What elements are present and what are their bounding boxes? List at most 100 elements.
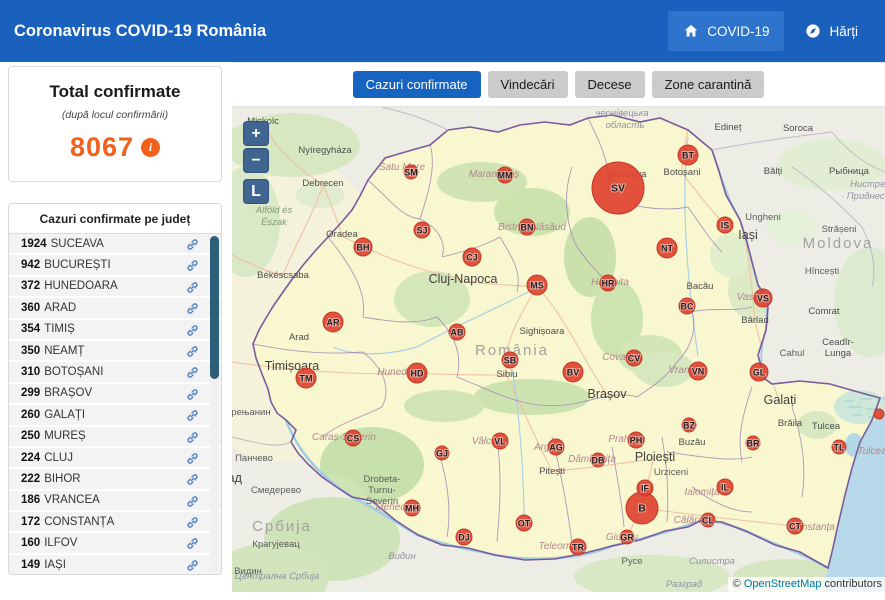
- county-marker-label: CL: [702, 516, 714, 526]
- county-case-count: 222: [21, 472, 41, 485]
- zoom-out-button[interactable]: −: [243, 148, 269, 173]
- tab-zone-carantin-[interactable]: Zone carantină: [651, 71, 765, 98]
- county-marker-label: AG: [549, 443, 563, 453]
- map-label: Turnu-: [368, 485, 396, 496]
- map-label: Панчево: [235, 453, 273, 464]
- map-label: Alföld és: [255, 205, 293, 216]
- map-label: Strășeni: [822, 224, 857, 235]
- map-label: Силистра: [689, 556, 735, 567]
- map-label: · Приднестро: [841, 191, 885, 202]
- app-title: Coronavirus COVID-19 România: [14, 21, 267, 40]
- county-link-icon[interactable]: [186, 302, 199, 315]
- nav-item-h-r-i[interactable]: Hărți: [790, 11, 873, 51]
- map-label: Ialomița: [684, 487, 719, 498]
- county-marker-label: MM: [498, 171, 513, 181]
- county-link-icon[interactable]: [186, 473, 199, 486]
- county-link-icon[interactable]: [186, 495, 199, 508]
- county-marker-label: BT: [682, 151, 694, 161]
- explore-icon: [805, 23, 821, 39]
- map-label: Ungheni: [745, 212, 780, 223]
- county-name: TIMIȘ: [44, 323, 75, 336]
- county-marker-label: OT: [518, 519, 531, 529]
- county-name: VRANCEA: [44, 494, 100, 507]
- nav-item-covid-19[interactable]: COVID-19: [668, 11, 785, 51]
- county-case-count: 186: [21, 494, 41, 507]
- map-label: Brăila: [778, 418, 803, 429]
- county-link-icon[interactable]: [186, 388, 199, 401]
- map-label: Galați: [764, 393, 797, 407]
- map[interactable]: MiskolcNyíregyházaDebrecenAlföld ésÉszak…: [232, 107, 885, 592]
- county-link-icon[interactable]: [186, 431, 199, 444]
- county-link-icon[interactable]: [186, 452, 199, 465]
- map-label: Cluj-Napoca: [429, 272, 498, 286]
- county-link-icon[interactable]: [186, 345, 199, 358]
- county-case-count: 299: [21, 387, 41, 400]
- county-marker-label: PH: [630, 436, 643, 446]
- county-case-count: 172: [21, 515, 41, 528]
- county-row: 224 CLUJ: [9, 447, 221, 470]
- county-link-icon[interactable]: [186, 259, 199, 272]
- map-label: область: [606, 120, 645, 131]
- county-marker-label: DB: [592, 456, 605, 466]
- attribution-suffix: contributors: [821, 578, 882, 590]
- map-label: Смедерево: [251, 485, 301, 496]
- county-link-icon[interactable]: [186, 281, 199, 294]
- county-marker-label: CV: [628, 354, 641, 364]
- county-row: 160 ILFOV: [9, 533, 221, 555]
- tab-decese[interactable]: Decese: [574, 71, 645, 98]
- county-marker-label: IS: [721, 221, 730, 231]
- county-marker[interactable]: [873, 408, 885, 420]
- map-label: Drobeta-: [364, 474, 401, 485]
- county-marker-label: BC: [681, 302, 694, 312]
- county-row: 372 HUNEDOARA: [9, 276, 221, 299]
- county-marker-label: IL: [721, 483, 730, 493]
- map-label: Caraș-Severin: [312, 432, 376, 443]
- map-label: Buzău: [679, 437, 706, 448]
- scrollbar-thumb[interactable]: [210, 236, 219, 379]
- tab-cazuri-confirmate[interactable]: Cazuri confirmate: [352, 71, 481, 98]
- county-row: 360 ARAD: [9, 298, 221, 320]
- info-icon[interactable]: i: [141, 138, 161, 157]
- county-link-icon[interactable]: [186, 409, 199, 422]
- zoom-in-button[interactable]: +: [243, 121, 269, 146]
- scrollbar-track[interactable]: [210, 235, 219, 572]
- map-label: Sighișoara: [520, 326, 566, 337]
- map-label: Nyíregyháza: [298, 145, 352, 156]
- county-marker-label: VN: [692, 367, 705, 377]
- county-marker-label: GR: [620, 533, 634, 543]
- county-list-card: Cazuri confirmate pe județ 1924 SUCEAVA 94…: [8, 203, 222, 575]
- home-icon: [683, 23, 699, 39]
- map-label: Видин: [234, 566, 262, 577]
- map-attribution: © OpenStreetMap contributors: [727, 577, 885, 592]
- county-name: HUNEDOARA: [44, 280, 118, 293]
- county-name: BUCUREȘTI: [44, 259, 111, 272]
- county-link-icon[interactable]: [186, 238, 199, 251]
- county-link-icon[interactable]: [186, 366, 199, 379]
- county-marker-label: BH: [357, 243, 370, 253]
- map-label: Békéscsaba: [257, 270, 309, 281]
- layers-button[interactable]: L: [243, 179, 269, 204]
- county-marker-label: AR: [327, 318, 340, 328]
- map-label: Hîncești: [805, 266, 839, 277]
- map-label: Arad: [289, 332, 309, 343]
- map-label: Pitești: [539, 466, 565, 477]
- tab-vindec-ri[interactable]: Vindecări: [487, 71, 568, 98]
- openstreetmap-link[interactable]: OpenStreetMap: [744, 578, 822, 590]
- county-link-icon[interactable]: [186, 324, 199, 337]
- county-link-icon[interactable]: [186, 537, 199, 550]
- county-name: GALAȚI: [44, 408, 86, 421]
- county-link-icon[interactable]: [186, 516, 199, 529]
- map-label: Urziceni: [654, 467, 688, 478]
- county-case-count: 354: [21, 323, 41, 336]
- map-label: Србија: [252, 518, 312, 535]
- map-label: Ploiești: [635, 450, 675, 464]
- county-row: 942 BUCUREȘTI: [9, 255, 221, 277]
- county-name: CLUJ: [44, 451, 73, 464]
- attribution-prefix: ©: [732, 578, 744, 590]
- map-label: Cahul: [780, 348, 805, 359]
- map-label: Београд: [232, 471, 243, 485]
- county-name: CONSTANȚA: [44, 515, 115, 528]
- county-link-icon[interactable]: [186, 559, 199, 572]
- county-marker-label: BN: [521, 223, 534, 233]
- county-name: MUREȘ: [44, 430, 86, 443]
